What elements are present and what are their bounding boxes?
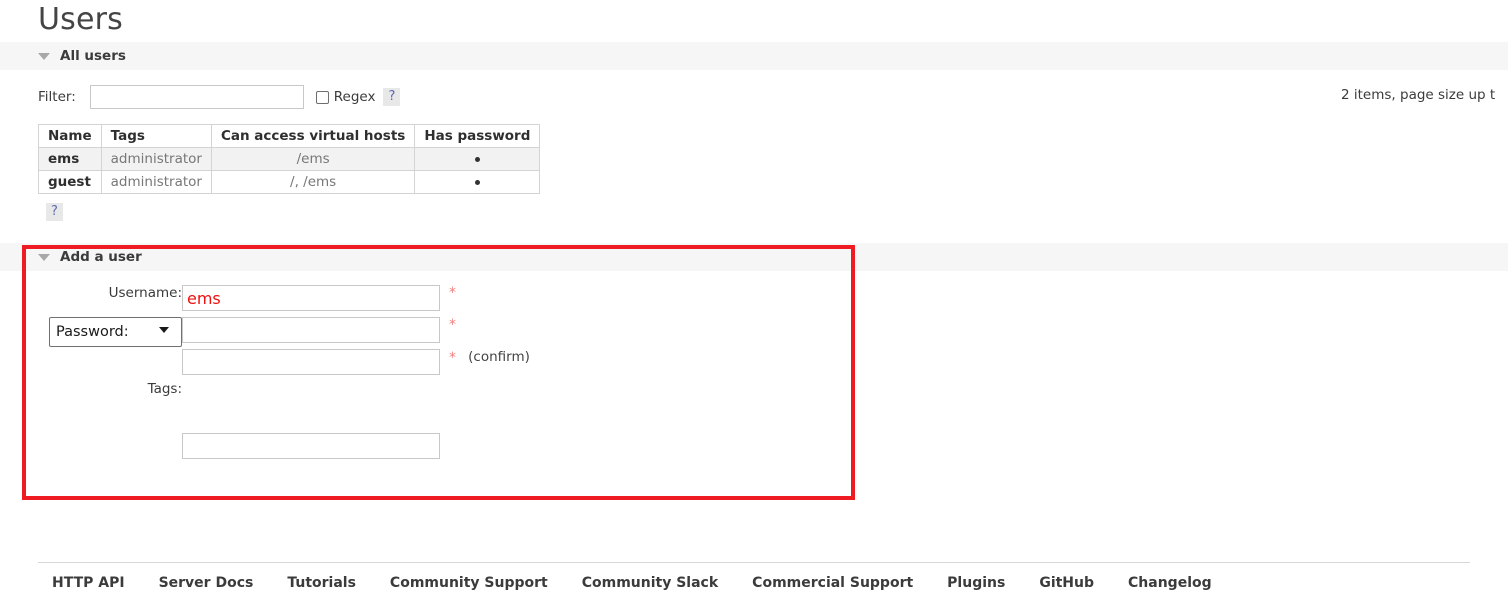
cell-user-vhosts: /, /ems: [210, 170, 416, 194]
column-header-vhosts[interactable]: Can access virtual hosts: [210, 124, 416, 148]
section-header-all-users[interactable]: All users: [0, 42, 1508, 70]
username-label: Username:: [108, 285, 182, 301]
password-input[interactable]: [182, 317, 440, 343]
table-header-row: Name Tags Can access virtual hosts Has p…: [38, 124, 541, 148]
confirm-note: (confirm): [468, 349, 530, 365]
password-type-select-cell: Password:: [0, 317, 182, 349]
tags-spacer-cell-3: [440, 433, 530, 465]
table-help-row: ?: [38, 203, 1508, 221]
footer-link-community-slack[interactable]: Community Slack: [582, 575, 718, 591]
footer: HTTP API Server Docs Tutorials Community…: [0, 562, 1508, 591]
regex-label: Regex: [333, 89, 376, 105]
footer-link-http-api[interactable]: HTTP API: [52, 575, 125, 591]
table-help-icon[interactable]: ?: [46, 203, 63, 221]
password-dot-icon: [474, 179, 480, 185]
password-confirm-input-cell: [182, 349, 440, 381]
tags-label: Tags:: [147, 381, 182, 397]
footer-link-tutorials[interactable]: Tutorials: [287, 575, 356, 591]
password-dot-icon: [474, 156, 480, 162]
add-user-region: Add a user Username: * Password:: [0, 243, 1508, 500]
form-row-tags-input: [0, 433, 530, 465]
filter-label: Filter:: [38, 89, 76, 105]
username-input[interactable]: [182, 285, 440, 311]
column-header-tags[interactable]: Tags: [100, 124, 212, 148]
footer-link-plugins[interactable]: Plugins: [947, 575, 1005, 591]
filter-help-icon[interactable]: ?: [383, 88, 401, 106]
cell-user-name[interactable]: guest: [38, 170, 102, 194]
footer-link-changelog[interactable]: Changelog: [1128, 575, 1212, 591]
cell-user-has-password: [414, 170, 541, 194]
triangle-down-icon: [38, 254, 50, 261]
tags-spacer-cell: [182, 381, 440, 433]
cell-user-tags: administrator: [100, 170, 212, 194]
password-confirm-label-spacer: [0, 349, 182, 381]
users-table: Name Tags Can access virtual hosts Has p…: [38, 124, 541, 194]
form-row-username: Username: *: [0, 285, 530, 317]
add-user-form: Username: * Password: *: [0, 285, 530, 465]
table-row[interactable]: guest administrator /, /ems: [38, 170, 541, 194]
password-select-wrap[interactable]: Password:: [49, 317, 182, 347]
footer-link-server-docs[interactable]: Server Docs: [159, 575, 254, 591]
column-header-has-password[interactable]: Has password: [414, 124, 541, 148]
tags-spacer-cell-2: [440, 381, 530, 433]
username-input-cell: [182, 285, 440, 317]
required-asterisk: *: [449, 285, 456, 301]
footer-link-community-support[interactable]: Community Support: [390, 575, 548, 591]
cell-user-has-password: [414, 147, 541, 171]
filter-row: Filter: Regex ?: [0, 70, 1508, 112]
paging-info: 2 items, page size up t: [1341, 87, 1496, 103]
username-required-marker: *: [440, 285, 530, 317]
form-row-tags: Tags:: [0, 381, 530, 433]
password-confirm-required-marker: * (confirm): [440, 349, 530, 381]
table-row[interactable]: ems administrator /ems: [38, 147, 541, 171]
tags-input-label-spacer: [0, 433, 182, 465]
cell-user-vhosts: /ems: [210, 147, 416, 171]
cell-user-name[interactable]: ems: [38, 147, 102, 171]
section-header-add-a-user[interactable]: Add a user: [0, 243, 1508, 271]
footer-links: HTTP API Server Docs Tutorials Community…: [0, 563, 1508, 591]
section-header-label: All users: [60, 48, 126, 64]
column-header-name[interactable]: Name: [38, 124, 102, 148]
triangle-down-icon: [38, 53, 50, 60]
password-required-marker: *: [440, 317, 530, 349]
tags-input-cell: [182, 433, 440, 465]
filter-input[interactable]: [89, 85, 304, 109]
page-title: Users: [38, 2, 124, 37]
cell-user-tags: administrator: [100, 147, 212, 171]
regex-checkbox[interactable]: [315, 90, 329, 104]
password-confirm-input[interactable]: [182, 349, 440, 375]
footer-link-github[interactable]: GitHub: [1039, 575, 1094, 591]
required-asterisk: *: [449, 349, 456, 366]
password-type-select[interactable]: Password:: [49, 317, 182, 347]
required-asterisk: *: [449, 317, 456, 333]
footer-link-commercial-support[interactable]: Commercial Support: [752, 575, 913, 591]
form-row-password: Password: *: [0, 317, 530, 349]
section-header-label: Add a user: [60, 249, 142, 265]
form-row-password-confirm: * (confirm): [0, 349, 530, 381]
tags-input[interactable]: [182, 433, 440, 459]
password-input-cell: [182, 317, 440, 349]
